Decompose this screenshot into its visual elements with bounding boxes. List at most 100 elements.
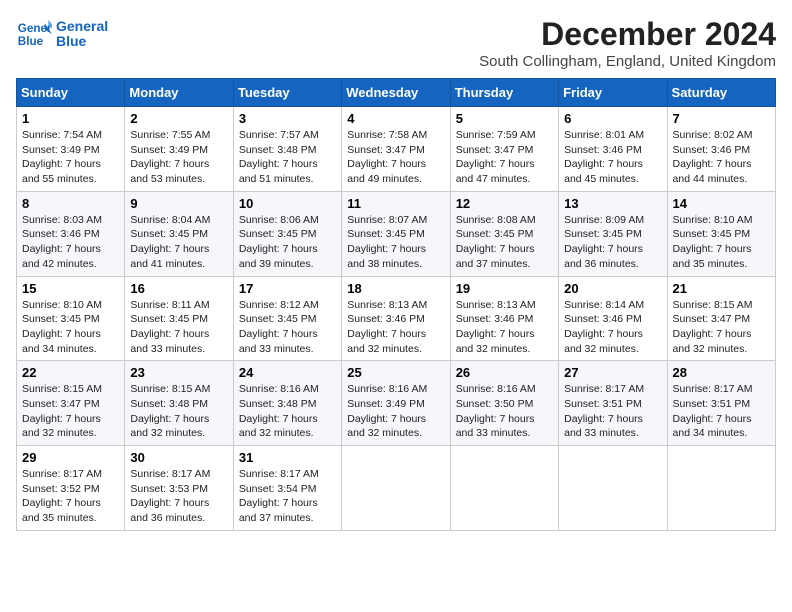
day-number: 4 — [347, 111, 444, 126]
calendar-cell: 16 Sunrise: 8:11 AMSunset: 3:45 PMDaylig… — [125, 276, 233, 361]
day-number: 11 — [347, 196, 444, 211]
cell-info: Sunrise: 8:04 AMSunset: 3:45 PMDaylight:… — [130, 214, 210, 270]
cell-info: Sunrise: 8:07 AMSunset: 3:45 PMDaylight:… — [347, 214, 427, 270]
day-number: 31 — [239, 450, 336, 465]
calendar-table: SundayMondayTuesdayWednesdayThursdayFrid… — [16, 78, 776, 531]
col-header-friday: Friday — [559, 79, 667, 107]
col-header-saturday: Saturday — [667, 79, 775, 107]
calendar-cell: 21 Sunrise: 8:15 AMSunset: 3:47 PMDaylig… — [667, 276, 775, 361]
calendar-cell: 11 Sunrise: 8:07 AMSunset: 3:45 PMDaylig… — [342, 191, 450, 276]
day-number: 22 — [22, 365, 119, 380]
calendar-cell: 18 Sunrise: 8:13 AMSunset: 3:46 PMDaylig… — [342, 276, 450, 361]
calendar-cell: 6 Sunrise: 8:01 AMSunset: 3:46 PMDayligh… — [559, 107, 667, 192]
week-row-5: 29 Sunrise: 8:17 AMSunset: 3:52 PMDaylig… — [17, 446, 776, 531]
calendar-cell: 27 Sunrise: 8:17 AMSunset: 3:51 PMDaylig… — [559, 361, 667, 446]
day-number: 23 — [130, 365, 227, 380]
calendar-cell: 14 Sunrise: 8:10 AMSunset: 3:45 PMDaylig… — [667, 191, 775, 276]
day-number: 10 — [239, 196, 336, 211]
col-header-wednesday: Wednesday — [342, 79, 450, 107]
calendar-cell: 7 Sunrise: 8:02 AMSunset: 3:46 PMDayligh… — [667, 107, 775, 192]
cell-info: Sunrise: 8:17 AMSunset: 3:53 PMDaylight:… — [130, 468, 210, 524]
cell-info: Sunrise: 8:15 AMSunset: 3:47 PMDaylight:… — [22, 383, 102, 439]
cell-info: Sunrise: 7:54 AMSunset: 3:49 PMDaylight:… — [22, 129, 102, 185]
col-header-monday: Monday — [125, 79, 233, 107]
day-number: 5 — [456, 111, 553, 126]
day-number: 30 — [130, 450, 227, 465]
day-number: 16 — [130, 281, 227, 296]
month-title: December 2024 — [479, 16, 776, 53]
cell-info: Sunrise: 8:09 AMSunset: 3:45 PMDaylight:… — [564, 214, 644, 270]
cell-info: Sunrise: 8:16 AMSunset: 3:49 PMDaylight:… — [347, 383, 427, 439]
day-number: 20 — [564, 281, 661, 296]
calendar-cell: 25 Sunrise: 8:16 AMSunset: 3:49 PMDaylig… — [342, 361, 450, 446]
calendar-cell: 30 Sunrise: 8:17 AMSunset: 3:53 PMDaylig… — [125, 446, 233, 531]
day-number: 17 — [239, 281, 336, 296]
calendar-cell: 17 Sunrise: 8:12 AMSunset: 3:45 PMDaylig… — [233, 276, 341, 361]
cell-info: Sunrise: 8:02 AMSunset: 3:46 PMDaylight:… — [673, 129, 753, 185]
subtitle: South Collingham, England, United Kingdo… — [479, 53, 776, 70]
calendar-cell: 20 Sunrise: 8:14 AMSunset: 3:46 PMDaylig… — [559, 276, 667, 361]
cell-info: Sunrise: 8:15 AMSunset: 3:47 PMDaylight:… — [673, 299, 753, 355]
col-header-sunday: Sunday — [17, 79, 125, 107]
cell-info: Sunrise: 8:10 AMSunset: 3:45 PMDaylight:… — [22, 299, 102, 355]
week-row-2: 8 Sunrise: 8:03 AMSunset: 3:46 PMDayligh… — [17, 191, 776, 276]
week-row-3: 15 Sunrise: 8:10 AMSunset: 3:45 PMDaylig… — [17, 276, 776, 361]
cell-info: Sunrise: 8:12 AMSunset: 3:45 PMDaylight:… — [239, 299, 319, 355]
logo-icon: General Blue — [16, 16, 52, 52]
calendar-cell: 22 Sunrise: 8:15 AMSunset: 3:47 PMDaylig… — [17, 361, 125, 446]
day-number: 14 — [673, 196, 770, 211]
calendar-cell: 15 Sunrise: 8:10 AMSunset: 3:45 PMDaylig… — [17, 276, 125, 361]
calendar-header-row: SundayMondayTuesdayWednesdayThursdayFrid… — [17, 79, 776, 107]
svg-text:Blue: Blue — [18, 35, 44, 48]
calendar-cell — [559, 446, 667, 531]
calendar-cell: 13 Sunrise: 8:09 AMSunset: 3:45 PMDaylig… — [559, 191, 667, 276]
day-number: 2 — [130, 111, 227, 126]
calendar-cell: 23 Sunrise: 8:15 AMSunset: 3:48 PMDaylig… — [125, 361, 233, 446]
logo: General Blue General Blue — [16, 16, 108, 52]
day-number: 28 — [673, 365, 770, 380]
day-number: 9 — [130, 196, 227, 211]
day-number: 26 — [456, 365, 553, 380]
cell-info: Sunrise: 8:17 AMSunset: 3:54 PMDaylight:… — [239, 468, 319, 524]
cell-info: Sunrise: 7:55 AMSunset: 3:49 PMDaylight:… — [130, 129, 210, 185]
calendar-cell: 9 Sunrise: 8:04 AMSunset: 3:45 PMDayligh… — [125, 191, 233, 276]
calendar-cell — [342, 446, 450, 531]
calendar-cell: 26 Sunrise: 8:16 AMSunset: 3:50 PMDaylig… — [450, 361, 558, 446]
logo-line2: Blue — [56, 34, 108, 49]
calendar-cell — [667, 446, 775, 531]
day-number: 15 — [22, 281, 119, 296]
day-number: 12 — [456, 196, 553, 211]
day-number: 18 — [347, 281, 444, 296]
cell-info: Sunrise: 8:17 AMSunset: 3:52 PMDaylight:… — [22, 468, 102, 524]
cell-info: Sunrise: 7:57 AMSunset: 3:48 PMDaylight:… — [239, 129, 319, 185]
calendar-cell: 8 Sunrise: 8:03 AMSunset: 3:46 PMDayligh… — [17, 191, 125, 276]
day-number: 27 — [564, 365, 661, 380]
calendar-cell: 3 Sunrise: 7:57 AMSunset: 3:48 PMDayligh… — [233, 107, 341, 192]
cell-info: Sunrise: 7:58 AMSunset: 3:47 PMDaylight:… — [347, 129, 427, 185]
cell-info: Sunrise: 8:01 AMSunset: 3:46 PMDaylight:… — [564, 129, 644, 185]
calendar-cell: 4 Sunrise: 7:58 AMSunset: 3:47 PMDayligh… — [342, 107, 450, 192]
cell-info: Sunrise: 8:14 AMSunset: 3:46 PMDaylight:… — [564, 299, 644, 355]
cell-info: Sunrise: 8:06 AMSunset: 3:45 PMDaylight:… — [239, 214, 319, 270]
calendar-cell: 31 Sunrise: 8:17 AMSunset: 3:54 PMDaylig… — [233, 446, 341, 531]
cell-info: Sunrise: 8:17 AMSunset: 3:51 PMDaylight:… — [673, 383, 753, 439]
calendar-cell: 5 Sunrise: 7:59 AMSunset: 3:47 PMDayligh… — [450, 107, 558, 192]
col-header-tuesday: Tuesday — [233, 79, 341, 107]
logo-line1: General — [56, 19, 108, 34]
calendar-cell: 12 Sunrise: 8:08 AMSunset: 3:45 PMDaylig… — [450, 191, 558, 276]
calendar-cell: 29 Sunrise: 8:17 AMSunset: 3:52 PMDaylig… — [17, 446, 125, 531]
title-block: December 2024 South Collingham, England,… — [479, 16, 776, 70]
calendar-cell: 2 Sunrise: 7:55 AMSunset: 3:49 PMDayligh… — [125, 107, 233, 192]
week-row-4: 22 Sunrise: 8:15 AMSunset: 3:47 PMDaylig… — [17, 361, 776, 446]
calendar-cell: 24 Sunrise: 8:16 AMSunset: 3:48 PMDaylig… — [233, 361, 341, 446]
cell-info: Sunrise: 8:16 AMSunset: 3:48 PMDaylight:… — [239, 383, 319, 439]
week-row-1: 1 Sunrise: 7:54 AMSunset: 3:49 PMDayligh… — [17, 107, 776, 192]
day-number: 21 — [673, 281, 770, 296]
day-number: 19 — [456, 281, 553, 296]
cell-info: Sunrise: 8:17 AMSunset: 3:51 PMDaylight:… — [564, 383, 644, 439]
day-number: 24 — [239, 365, 336, 380]
cell-info: Sunrise: 8:08 AMSunset: 3:45 PMDaylight:… — [456, 214, 536, 270]
calendar-cell: 1 Sunrise: 7:54 AMSunset: 3:49 PMDayligh… — [17, 107, 125, 192]
cell-info: Sunrise: 8:13 AMSunset: 3:46 PMDaylight:… — [456, 299, 536, 355]
calendar-cell: 19 Sunrise: 8:13 AMSunset: 3:46 PMDaylig… — [450, 276, 558, 361]
